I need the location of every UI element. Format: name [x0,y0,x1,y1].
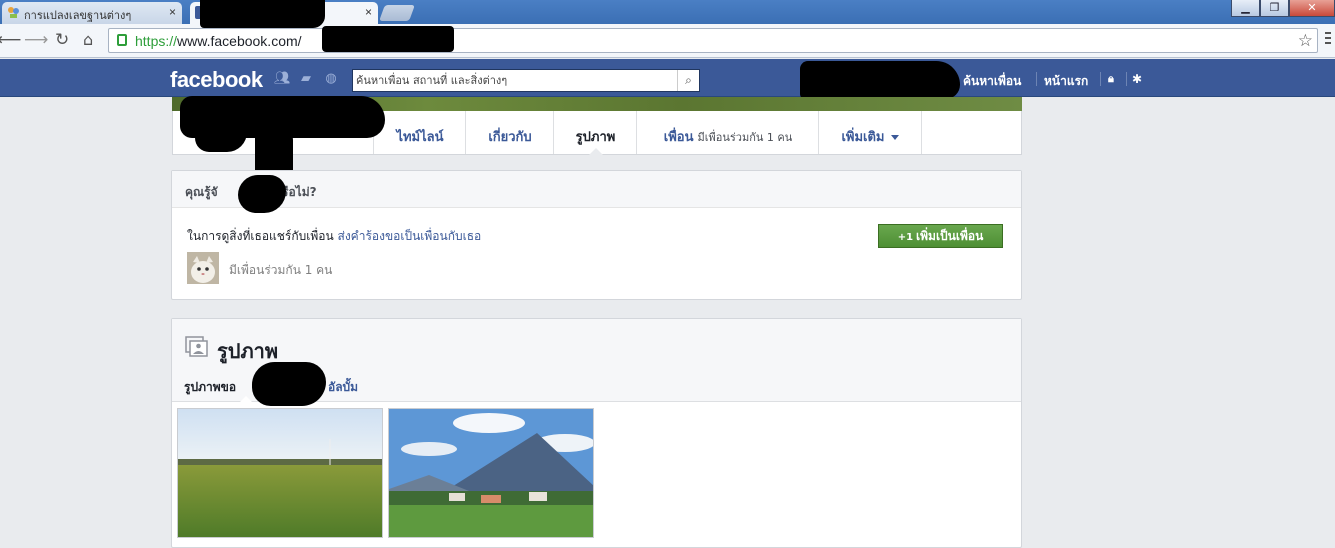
maximize-icon[interactable]: ❐ [1260,0,1289,17]
tab-close-icon[interactable]: × [365,5,372,19]
window-controls: ▁ ❐ ✕ [1231,0,1335,17]
tab-timeline[interactable]: ไทม์ไลน์ [373,111,466,154]
reload-icon[interactable]: ↻ [55,30,69,50]
browser-tab[interactable]: การแปลงเลขฐานต่างๆ × [2,2,182,24]
facebook-logo[interactable]: facebook [170,67,263,93]
do-you-know-card: คุณรู้จั รือไม่? ในการดูสิ่งที่เธอแชร์กั… [171,170,1022,300]
redaction [800,61,960,99]
tab-close-icon[interactable]: × [169,5,176,19]
nav-divider [1126,72,1127,86]
nav-divider [1100,72,1101,86]
add-friend-button[interactable]: +1 เพิ่มเป็นเพื่อน [878,224,1003,248]
facebook-search: ⌕ [352,69,700,92]
friend-requests-icon[interactable]: 👥︎ [274,72,291,85]
selected-indicator [240,396,252,402]
bookmark-star-icon[interactable]: ☆ [1298,31,1313,51]
settings-gear-icon[interactable]: ✱ [1132,72,1142,86]
send-friend-request-link[interactable]: ส่งคำร้องขอเป็นเพื่อนกับเธอ [338,229,482,243]
add-friend-icon: +1 [897,232,914,243]
photos-icon [185,336,208,357]
photo-thumbnail[interactable] [388,408,594,538]
chevron-down-icon [890,135,899,140]
facebook-header-bar: facebook 👥︎ ▰ ◍ ⌕ ค้นหาเพื่อน หน้าแรก 🔒︎… [0,59,1335,97]
find-friends-link[interactable]: ค้นหาเพื่อน [963,72,1021,91]
new-tab-button[interactable] [379,5,415,21]
redaction [322,26,454,52]
field-photo [178,409,382,537]
close-window-icon[interactable]: ✕ [1289,0,1335,17]
do-you-know-header: คุณรู้จั รือไม่? [172,171,1021,208]
url-scheme: https:// [135,33,178,49]
messages-icon[interactable]: ▰ [299,72,313,85]
tab-friends[interactable]: เพื่อน มีเพื่อนร่วมกัน 1 คน [636,111,819,154]
menu-icon[interactable] [1325,32,1331,47]
selected-indicator [588,148,603,155]
tab-albums[interactable]: อัลบั้ม [328,378,358,397]
address-bar[interactable]: https://www.facebook.com/ ☆ [108,28,1318,53]
cat-avatar-icon [187,252,219,284]
mutual-friends-count: มีเพื่อนร่วมกัน 1 คน [697,131,793,144]
tab-label: เกี่ยวกับ [488,130,532,145]
home-icon[interactable]: ⌂ [83,30,93,49]
lock-icon [117,34,127,46]
redaction [200,0,325,28]
mountain-photo [389,409,593,537]
do-you-know-question: คุณรู้จั [185,185,218,199]
nav-divider [1036,72,1037,86]
site-favicon-icon [8,7,19,18]
mutual-friend-avatar[interactable] [187,252,219,284]
mutual-friends-text[interactable]: มีเพื่อนร่วมกัน 1 คน [229,261,332,280]
tab-label: รูปภาพ [575,130,616,145]
forward-icon[interactable]: ⟶ [24,30,48,50]
add-friend-label: เพิ่มเป็นเพื่อน [916,229,984,243]
notifications-globe-icon[interactable]: ◍ [324,72,338,85]
back-icon[interactable]: ⟵ [0,30,21,50]
home-link[interactable]: หน้าแรก [1044,72,1088,91]
share-notice-text: ในการดูสิ่งที่เธอแชร์กับเพื่อน [187,229,334,243]
do-you-know-question-end: รือไม่? [282,185,317,199]
privacy-shortcuts-icon[interactable]: 🔒︎ [1108,72,1114,86]
url-text: https://www.facebook.com/ [135,33,302,49]
photos-card: รูปภาพ รูปภาพขอ อัลบั้ม [171,318,1022,548]
tab-title: การแปลงเลขฐานต่างๆ [24,10,132,22]
share-notice: ในการดูสิ่งที่เธอแชร์กับเพื่อน ส่งคำร้อง… [187,227,481,246]
search-icon[interactable]: ⌕ [677,70,699,91]
tab-label: ไทม์ไลน์ [396,130,444,145]
tab-more[interactable]: เพิ่มเติม [818,111,922,154]
search-input[interactable] [356,72,676,89]
url-host: www.facebook.com/ [177,33,302,49]
tab-photos-of[interactable]: รูปภาพขอ [184,380,236,394]
tab-photos[interactable]: รูปภาพ [553,111,637,155]
browser-toolbar: ⟵ ⟶ ↻ ⌂ https://www.facebook.com/ ☆ [0,24,1335,58]
tab-about[interactable]: เกี่ยวกับ [465,111,554,154]
redaction [238,175,286,213]
tab-label: เพื่อน [663,130,694,145]
tab-label: เพิ่มเติม [841,130,885,145]
photos-subtabs: รูปภาพขอ อัลบั้ม [184,378,358,397]
photo-thumbnail[interactable] [177,408,383,538]
minimize-icon[interactable]: ▁ [1231,0,1260,17]
redaction [252,362,326,406]
